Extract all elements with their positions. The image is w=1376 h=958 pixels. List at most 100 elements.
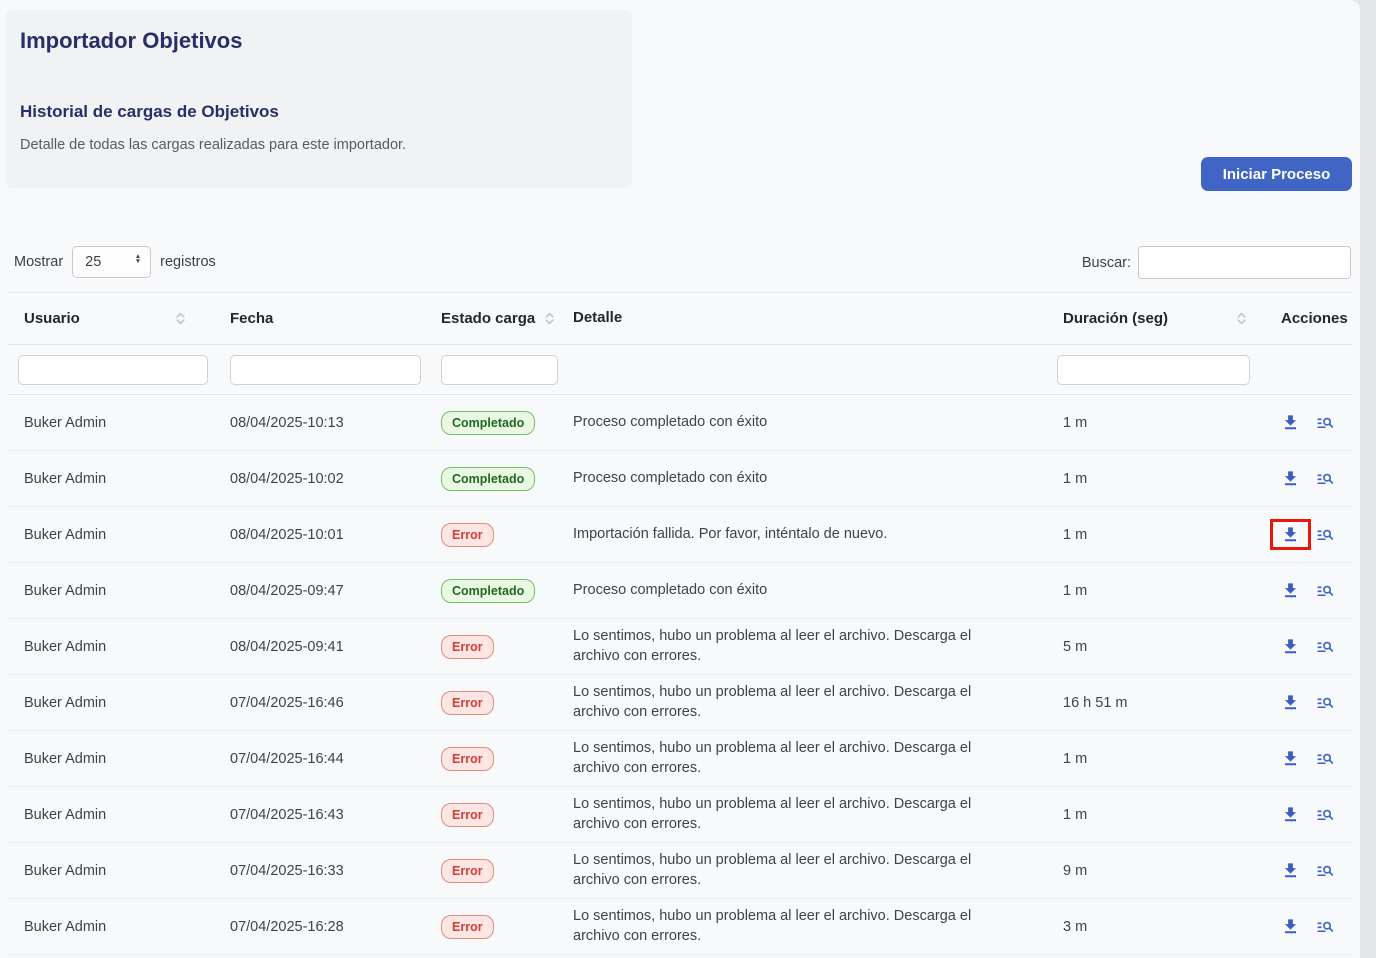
vertical-scrollbar[interactable] bbox=[1360, 0, 1376, 958]
table-controls: Mostrar 25 ▲▼ registros Buscar: bbox=[0, 246, 1360, 280]
page-size-select[interactable]: 25 ▲▼ bbox=[72, 246, 151, 278]
download-icon[interactable] bbox=[1281, 525, 1300, 544]
filter-cell-fecha bbox=[220, 345, 432, 394]
cell-acciones bbox=[1257, 899, 1352, 954]
download-icon[interactable] bbox=[1281, 917, 1300, 936]
column-header-detalle: Detalle bbox=[565, 293, 1047, 344]
cell-detalle: Proceso completado con éxito bbox=[565, 451, 1047, 506]
view-details-icon[interactable] bbox=[1316, 525, 1335, 544]
table-row: Buker Admin07/04/2025-16:44ErrorLo senti… bbox=[8, 731, 1352, 787]
view-details-icon[interactable] bbox=[1316, 413, 1335, 432]
download-icon[interactable] bbox=[1281, 413, 1300, 432]
filter-cell-detalle bbox=[565, 345, 1047, 394]
cell-usuario: Buker Admin bbox=[8, 787, 220, 842]
cell-fecha: 08/04/2025-10:02 bbox=[220, 451, 432, 506]
loads-history-table: Usuario Fecha Estado carga Detalle Duración … bbox=[8, 292, 1352, 955]
view-details-icon[interactable] bbox=[1316, 693, 1335, 712]
cell-estado: Error bbox=[432, 787, 565, 842]
table-body: Buker Admin08/04/2025-10:13CompletadoPro… bbox=[8, 395, 1352, 955]
column-header-fecha: Fecha bbox=[220, 293, 432, 344]
filter-cell-duracion bbox=[1047, 345, 1257, 394]
download-icon[interactable] bbox=[1281, 469, 1300, 488]
row-actions bbox=[1281, 805, 1335, 824]
cell-estado: Error bbox=[432, 507, 565, 562]
download-icon[interactable] bbox=[1281, 581, 1300, 600]
cell-detalle: Importación fallida. Por favor, inténtal… bbox=[565, 507, 1047, 562]
status-badge: Completado bbox=[441, 467, 535, 491]
sort-icon[interactable] bbox=[1234, 311, 1249, 326]
cell-acciones bbox=[1257, 731, 1352, 786]
filter-usuario-input[interactable] bbox=[18, 355, 208, 385]
column-header-acciones: Acciones bbox=[1257, 293, 1352, 344]
sort-icon[interactable] bbox=[542, 311, 557, 326]
download-icon[interactable] bbox=[1281, 693, 1300, 712]
view-details-icon[interactable] bbox=[1316, 749, 1335, 768]
search-label: Buscar: bbox=[1082, 255, 1131, 271]
cell-duracion: 1 m bbox=[1047, 563, 1257, 618]
column-header-usuario[interactable]: Usuario bbox=[8, 293, 220, 344]
cell-fecha: 08/04/2025-09:41 bbox=[220, 619, 432, 674]
cell-duracion: 5 m bbox=[1047, 619, 1257, 674]
download-icon[interactable] bbox=[1281, 637, 1300, 656]
sort-icon[interactable] bbox=[173, 311, 188, 326]
header-panel: Importador Objetivos Historial de cargas… bbox=[6, 10, 632, 188]
table-row: Buker Admin08/04/2025-10:02CompletadoPro… bbox=[8, 451, 1352, 507]
filter-duracion-input[interactable] bbox=[1057, 355, 1250, 385]
column-header-duracion[interactable]: Duración (seg) bbox=[1047, 293, 1257, 344]
view-details-icon[interactable] bbox=[1316, 861, 1335, 880]
cell-duracion: 3 m bbox=[1047, 899, 1257, 954]
cell-detalle: Lo sentimos, hubo un problema al leer el… bbox=[565, 843, 1047, 898]
cell-duracion: 1 m bbox=[1047, 507, 1257, 562]
filter-cell-acciones bbox=[1257, 345, 1352, 394]
status-badge: Error bbox=[441, 803, 494, 827]
cell-acciones bbox=[1257, 675, 1352, 730]
column-header-estado[interactable]: Estado carga bbox=[432, 293, 565, 344]
start-process-button[interactable]: Iniciar Proceso bbox=[1201, 157, 1352, 191]
cell-acciones bbox=[1257, 451, 1352, 506]
page-content: Importador Objetivos Historial de cargas… bbox=[0, 0, 1360, 958]
view-details-icon[interactable] bbox=[1316, 805, 1335, 824]
status-badge: Error bbox=[441, 747, 494, 771]
table-row: Buker Admin08/04/2025-10:13CompletadoPro… bbox=[8, 395, 1352, 451]
cell-duracion: 1 m bbox=[1047, 451, 1257, 506]
view-details-icon[interactable] bbox=[1316, 917, 1335, 936]
download-icon[interactable] bbox=[1281, 861, 1300, 880]
view-details-icon[interactable] bbox=[1316, 469, 1335, 488]
table-row: Buker Admin07/04/2025-16:46ErrorLo senti… bbox=[8, 675, 1352, 731]
cell-fecha: 07/04/2025-16:43 bbox=[220, 787, 432, 842]
table-row: Buker Admin08/04/2025-09:41ErrorLo senti… bbox=[8, 619, 1352, 675]
cell-fecha: 07/04/2025-16:33 bbox=[220, 843, 432, 898]
table-row: Buker Admin07/04/2025-16:28ErrorLo senti… bbox=[8, 899, 1352, 955]
cell-usuario: Buker Admin bbox=[8, 507, 220, 562]
filter-estado-input[interactable] bbox=[441, 355, 558, 385]
cell-acciones bbox=[1257, 563, 1352, 618]
search-group: Buscar: bbox=[1082, 246, 1351, 279]
cell-usuario: Buker Admin bbox=[8, 619, 220, 674]
view-details-icon[interactable] bbox=[1316, 637, 1335, 656]
page-size-value: 25 bbox=[85, 254, 101, 270]
column-header-label: Fecha bbox=[230, 310, 273, 327]
column-header-label: Detalle bbox=[573, 308, 622, 328]
filter-fecha-input[interactable] bbox=[230, 355, 421, 385]
cell-acciones bbox=[1257, 787, 1352, 842]
cell-detalle: Lo sentimos, hubo un problema al leer el… bbox=[565, 675, 1047, 730]
view-details-icon[interactable] bbox=[1316, 581, 1335, 600]
column-header-label: Acciones bbox=[1281, 310, 1348, 327]
row-actions bbox=[1281, 581, 1335, 600]
cell-estado: Completado bbox=[432, 395, 565, 450]
search-input[interactable] bbox=[1138, 246, 1351, 279]
select-arrows-icon: ▲▼ bbox=[135, 254, 141, 264]
cell-detalle: Proceso completado con éxito bbox=[565, 563, 1047, 618]
cell-fecha: 08/04/2025-09:47 bbox=[220, 563, 432, 618]
row-actions bbox=[1281, 469, 1335, 488]
cell-usuario: Buker Admin bbox=[8, 675, 220, 730]
cell-acciones bbox=[1257, 395, 1352, 450]
cell-detalle: Lo sentimos, hubo un problema al leer el… bbox=[565, 899, 1047, 954]
row-actions bbox=[1281, 861, 1335, 880]
cell-estado: Error bbox=[432, 843, 565, 898]
status-badge: Error bbox=[441, 859, 494, 883]
cell-detalle: Lo sentimos, hubo un problema al leer el… bbox=[565, 787, 1047, 842]
download-icon[interactable] bbox=[1281, 749, 1300, 768]
download-icon[interactable] bbox=[1281, 805, 1300, 824]
row-actions bbox=[1281, 749, 1335, 768]
